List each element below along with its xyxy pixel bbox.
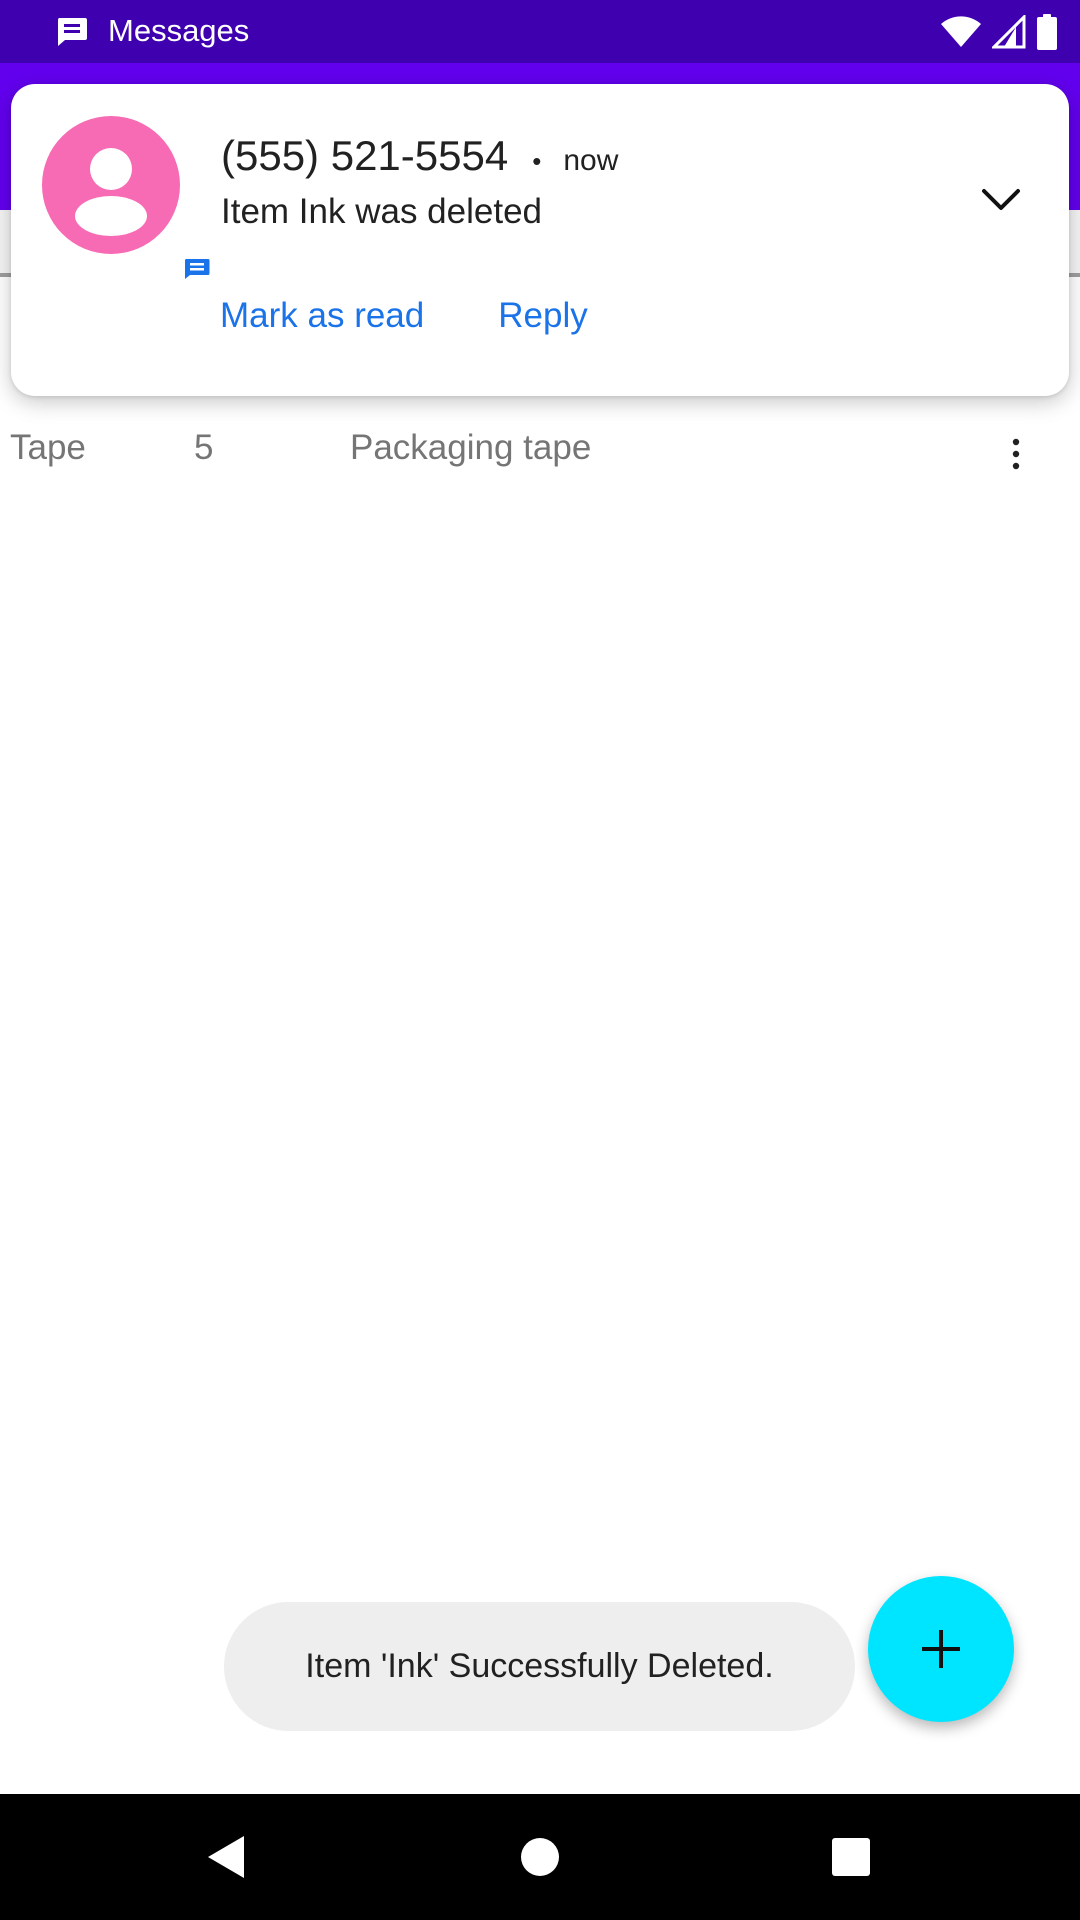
wifi-icon [940, 15, 982, 54]
status-app-label: Messages [108, 13, 250, 48]
message-badge-icon [170, 242, 224, 296]
list-item[interactable]: Tape 5 Packaging tape [0, 428, 1080, 480]
notification-card[interactable]: (555) 521-5554 • now Item Ink was delete… [11, 84, 1069, 396]
notification-time: now [563, 144, 619, 177]
add-item-button[interactable] [868, 1576, 1014, 1722]
toast-message: Item 'Ink' Successfully Deleted. [224, 1602, 855, 1731]
home-icon[interactable] [507, 1824, 573, 1890]
notification-sender: (555) 521-5554 [221, 132, 509, 179]
messages-icon [56, 16, 88, 46]
cell-signal-icon [990, 13, 1026, 54]
status-icons [940, 13, 1058, 55]
avatar [42, 116, 224, 296]
recents-icon[interactable] [818, 1824, 884, 1890]
notification-body: Item Ink was deleted [221, 192, 542, 231]
item-name: Tape [10, 428, 86, 467]
person-icon [75, 148, 147, 236]
more-vert-icon[interactable] [1000, 426, 1032, 482]
item-quantity: 5 [194, 428, 214, 467]
back-icon[interactable] [193, 1824, 259, 1890]
status-bar: Messages [0, 0, 1080, 63]
expand-chevron-icon[interactable] [971, 170, 1031, 230]
notification-separator: • [532, 146, 542, 176]
notification-header: (555) 521-5554 • now [221, 132, 618, 180]
battery-icon [1036, 14, 1058, 55]
navigation-bar [0, 1794, 1080, 1920]
notification-actions: Mark as read Reply [220, 296, 588, 336]
mark-as-read-button[interactable]: Mark as read [220, 296, 424, 336]
screen: Messages (555) 521-5554 • now Item Ink w… [0, 0, 1080, 1920]
reply-button[interactable]: Reply [498, 296, 587, 336]
item-description: Packaging tape [350, 428, 592, 467]
plus-icon [922, 1630, 960, 1668]
